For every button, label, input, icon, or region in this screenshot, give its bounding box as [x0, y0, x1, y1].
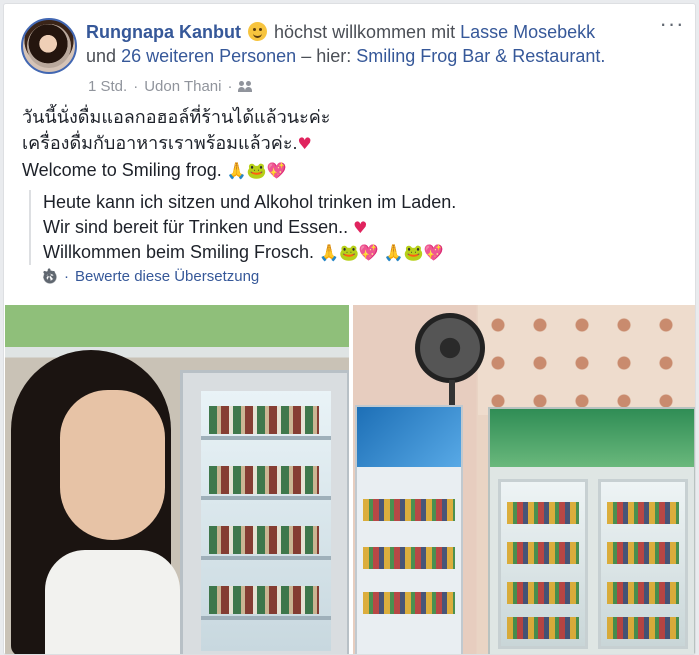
feeling-text: höchst willkommen mit — [274, 22, 456, 42]
translation-line-1: Heute kann ich sitzen und Alkohol trinke… — [43, 192, 457, 212]
avatar[interactable] — [21, 18, 77, 74]
meta-separator-2: · — [227, 78, 233, 95]
post-text: วันนี้นั่งดื่มแอลกอฮอล์ที่ร้านได้แล้วนะค… — [22, 104, 682, 184]
photo-right[interactable] — [353, 305, 695, 654]
others-prefix: und — [86, 46, 117, 66]
photo-left[interactable] — [5, 305, 349, 654]
heart-icon: ♥ — [297, 134, 312, 153]
tagged-person-link[interactable]: Lasse Mosebekk — [460, 22, 595, 42]
person-image — [5, 350, 180, 654]
post-line-2: เครื่องดื่มกับอาหารเราพร้อมแล้วค่ะ.♥ — [22, 133, 312, 153]
friends-icon[interactable] — [238, 80, 256, 93]
post-meta: 1 Std. · Udon Thani · — [88, 78, 256, 95]
post-header: Rungnapa Kanbut höchst willkommen mit La… — [86, 20, 646, 68]
frog-icon: 🐸 — [246, 161, 267, 180]
feeling-smiley-icon — [248, 22, 268, 41]
rate-translation-link[interactable]: · Bewerte diese Übersetzung — [42, 266, 260, 286]
sparkle-heart-icon: 💖 — [423, 243, 444, 262]
location-prefix: – hier: — [301, 46, 352, 66]
others-link[interactable]: 26 weiteren Personen — [121, 46, 296, 66]
pray-icon: 🙏 — [319, 243, 339, 262]
post-line-1: วันนี้นั่งดื่มแอลกอฮอล์ที่ร้านได้แล้วนะค… — [22, 107, 331, 127]
sparkle-heart-icon: 💖 — [266, 161, 287, 180]
timestamp-link[interactable]: 1 Std. — [88, 78, 127, 95]
post-line-3: Welcome to Smiling frog. 🙏🐸💖 — [22, 160, 287, 180]
fan-image — [415, 313, 485, 383]
fridge-image-b — [488, 407, 695, 654]
author-name[interactable]: Rungnapa Kanbut — [86, 22, 241, 42]
post-card: Rungnapa Kanbut höchst willkommen mit La… — [3, 3, 696, 655]
translation-line-3: Willkommen beim Smiling Frosch. 🙏🐸💖 🙏🐸💖 — [43, 242, 444, 262]
translation-line-2: Wir sind bereit für Trinken und Essen.. … — [43, 217, 368, 237]
heart-icon: ♥ — [353, 218, 368, 237]
fridge-image-a — [355, 405, 463, 654]
pray-icon: 🙏 — [226, 161, 247, 180]
frog-icon: 🐸 — [403, 243, 424, 262]
more-options-icon[interactable]: ··· — [659, 13, 685, 38]
rate-translation-label: Bewerte diese Übersetzung — [75, 268, 260, 285]
location-link[interactable]: Smiling Frog Bar & Restaurant. — [356, 46, 605, 66]
fridge-image — [180, 370, 349, 654]
translation-block: Heute kann ich sitzen und Alkohol trinke… — [29, 190, 683, 265]
pray-icon: 🙏 — [383, 243, 404, 262]
sparkle-heart-icon: 💖 — [358, 243, 379, 262]
wallpaper-image — [478, 305, 695, 415]
meta-separator-3: · — [64, 268, 69, 285]
gear-icon — [42, 266, 58, 286]
place-link[interactable]: Udon Thani — [144, 78, 221, 95]
meta-separator: · — [133, 78, 139, 95]
frog-icon: 🐸 — [339, 243, 359, 262]
